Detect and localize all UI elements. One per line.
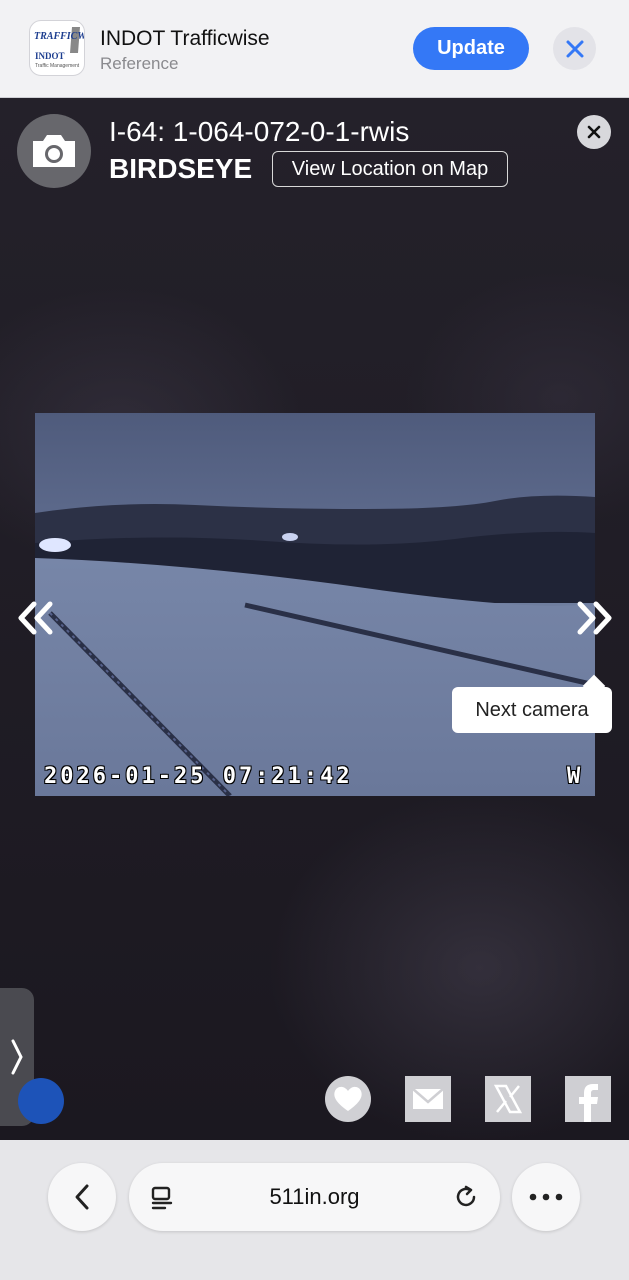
camera-title: I-64: 1-064-072-0-1-rwis xyxy=(109,116,410,147)
facebook-share-button[interactable] xyxy=(565,1076,611,1122)
camera-subtitle: BIRDSEYE xyxy=(109,153,253,184)
more-button[interactable] xyxy=(512,1163,580,1231)
camera-icon xyxy=(33,135,75,167)
overlay-close-button[interactable] xyxy=(577,115,611,149)
camera-timestamp: 2026-01-25 07:21:42 xyxy=(44,764,353,789)
banner-close-button[interactable] xyxy=(553,27,596,70)
logo-text-top: TRAFFICWISE xyxy=(34,31,85,42)
chevron-left-icon xyxy=(75,1184,89,1210)
camera-direction: W xyxy=(567,764,581,789)
reload-icon[interactable] xyxy=(453,1184,479,1210)
app-name: INDOT Trafficwise xyxy=(100,27,270,50)
heart-icon xyxy=(334,1086,362,1111)
update-button[interactable]: Update xyxy=(413,27,529,70)
back-button[interactable] xyxy=(48,1163,116,1231)
url-text: 511in.org xyxy=(269,1184,360,1209)
address-bar[interactable]: 511in.org xyxy=(129,1163,500,1231)
close-icon xyxy=(566,40,583,57)
double-chevron-left-icon xyxy=(18,601,53,635)
smart-app-banner: TRAFFICWISE INDOT Traffic Management IND… xyxy=(0,0,629,98)
next-camera-tooltip: Next camera xyxy=(452,687,612,733)
camera-snapshot[interactable] xyxy=(35,413,595,796)
app-logo[interactable]: TRAFFICWISE INDOT Traffic Management xyxy=(29,20,85,76)
logo-text-mid: INDOT xyxy=(35,51,65,61)
x-logo-icon xyxy=(493,1084,523,1114)
app-category: Reference xyxy=(100,54,179,73)
previous-camera-button[interactable] xyxy=(14,598,58,638)
next-camera-button[interactable] xyxy=(572,598,616,638)
more-icon xyxy=(529,1193,563,1201)
favorite-button[interactable] xyxy=(325,1076,371,1122)
view-location-button[interactable]: View Location on Map xyxy=(272,151,508,187)
double-chevron-right-icon xyxy=(577,601,612,635)
x-share-button[interactable] xyxy=(485,1076,531,1122)
close-icon xyxy=(587,125,601,139)
chevron-right-icon xyxy=(11,1039,23,1075)
play-button[interactable] xyxy=(18,1078,64,1124)
mail-icon xyxy=(412,1088,444,1109)
email-share-button[interactable] xyxy=(405,1076,451,1122)
camera-badge xyxy=(17,114,91,188)
facebook-icon xyxy=(579,1084,598,1122)
logo-text-bot: Traffic Management xyxy=(35,63,80,69)
